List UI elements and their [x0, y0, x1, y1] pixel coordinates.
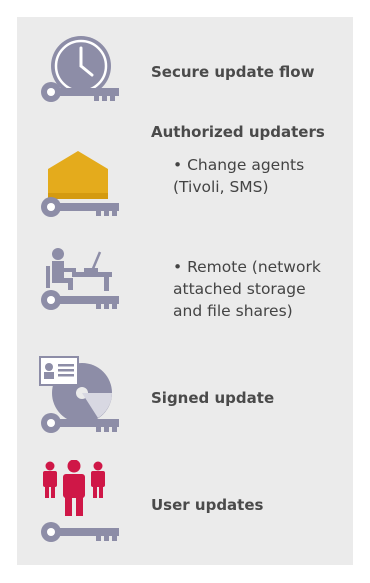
- signed-cd-key-icon: [39, 356, 119, 433]
- key-icon: [41, 522, 119, 542]
- bullet-change-agents: • Change agents (Tivoli, SMS): [173, 156, 305, 196]
- clock-key-icon: [41, 36, 119, 102]
- lock-key-icon: [41, 151, 119, 217]
- item-title-signed-update: Signed update: [151, 389, 275, 407]
- bullet-remote: • Remote (network attached storage and f…: [173, 258, 321, 320]
- workstation-key-icon: [41, 248, 119, 310]
- users-key-icon: [41, 460, 119, 542]
- item-title-secure-update-flow: Secure update flow: [151, 63, 315, 81]
- key-icon: [41, 290, 119, 310]
- item-title-user-updates: User updates: [151, 496, 264, 514]
- key-icon: [41, 197, 119, 217]
- item-title-authorized-updaters: Authorized updaters: [151, 123, 325, 141]
